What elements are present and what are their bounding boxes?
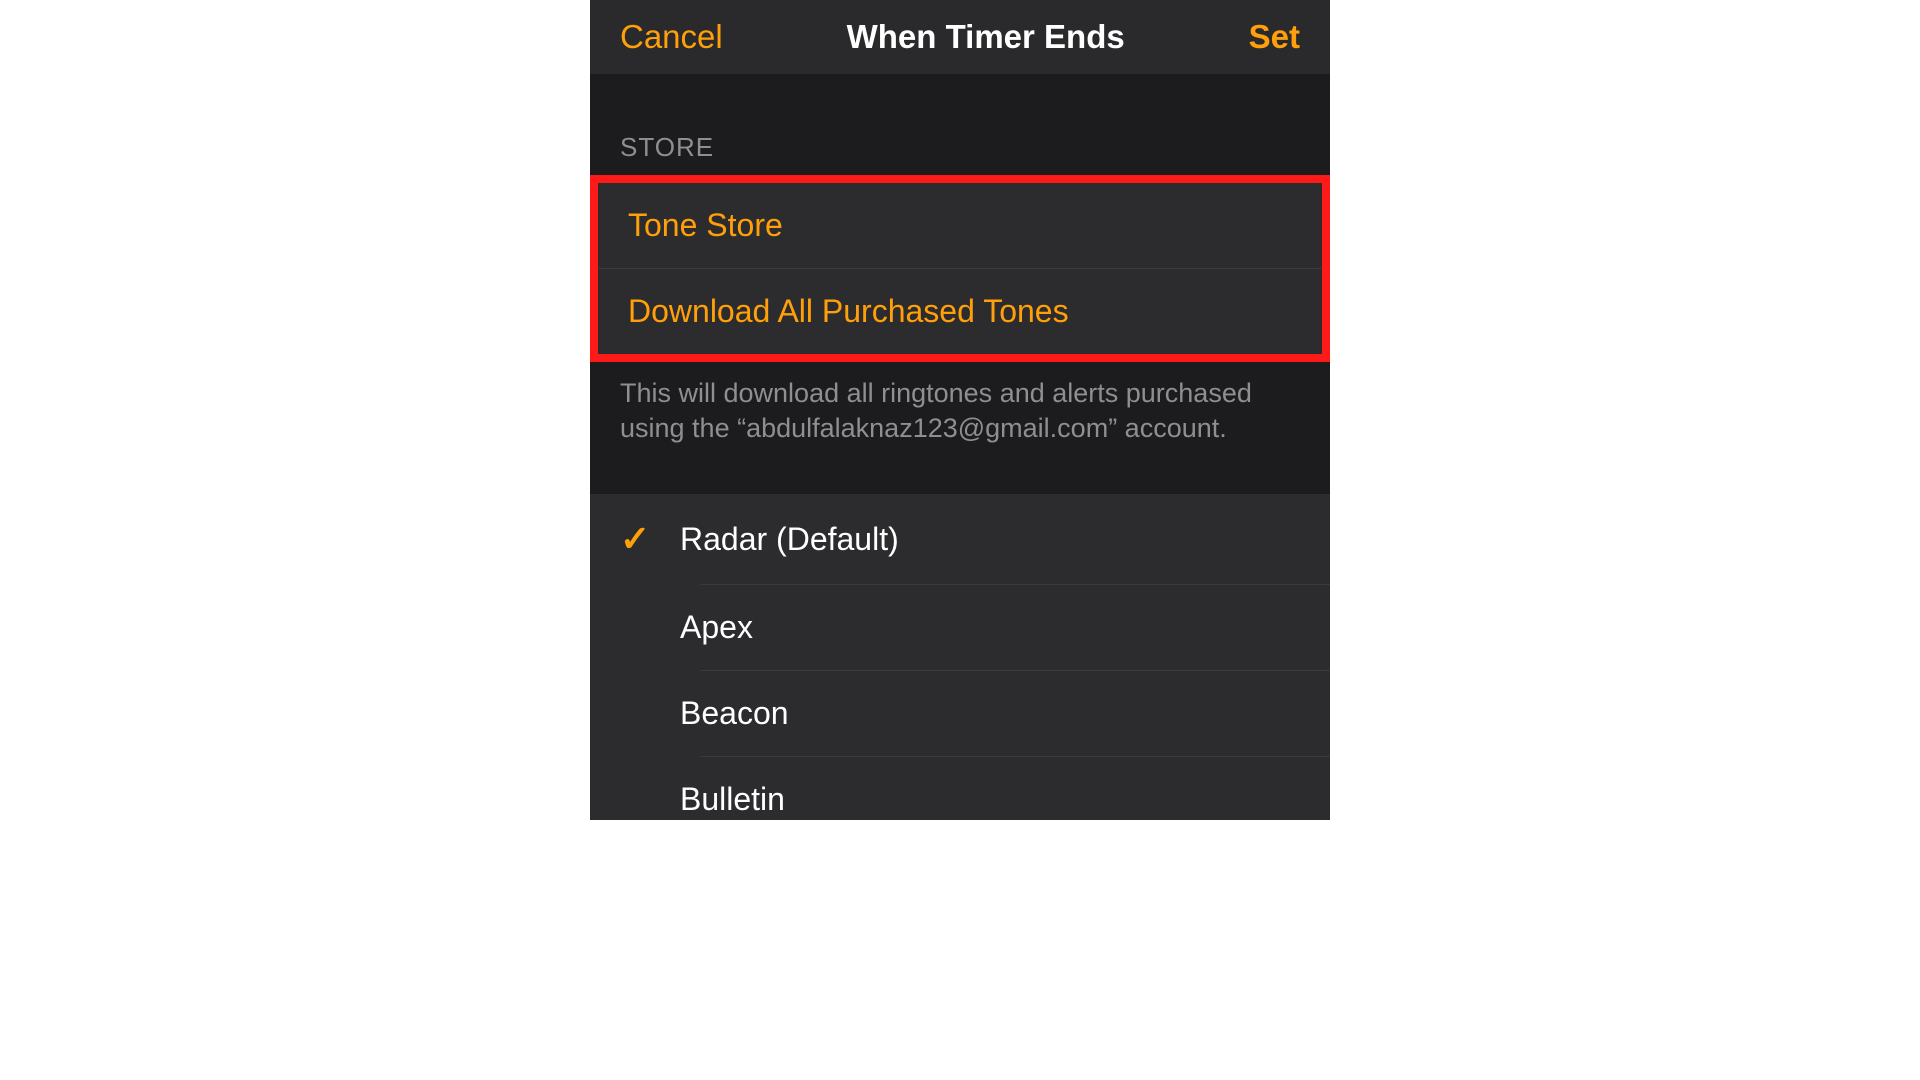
highlight-annotation: Tone Store Download All Purchased Tones [590,175,1330,362]
navigation-bar: Cancel When Timer Ends Set [590,0,1330,74]
checkmark-icon: ✓ [620,518,680,560]
store-section-header: STORE [590,132,1330,175]
ringtone-label: Beacon [680,695,1300,732]
ringtone-row-beacon[interactable]: Beacon [590,671,1330,756]
download-all-purchased-tones-row[interactable]: Download All Purchased Tones [598,269,1322,354]
spacer [590,74,1330,132]
tone-store-row[interactable]: Tone Store [598,183,1322,269]
ringtone-row-radar[interactable]: ✓ Radar (Default) [590,494,1330,584]
ringtone-list: ✓ Radar (Default) Apex Beacon Bulletin [590,494,1330,820]
ringtone-label: Bulletin [680,781,1300,818]
ringtone-label: Radar (Default) [680,521,1300,558]
ringtone-row-bulletin[interactable]: Bulletin [590,757,1330,820]
store-section-footer: This will download all ringtones and ale… [590,362,1330,476]
set-button[interactable]: Set [1249,18,1300,56]
ringtone-row-apex[interactable]: Apex [590,585,1330,670]
page-title: When Timer Ends [847,18,1125,56]
cancel-button[interactable]: Cancel [620,18,723,56]
ringtone-label: Apex [680,609,1300,646]
timer-sound-picker-screen: Cancel When Timer Ends Set STORE Tone St… [590,0,1330,820]
